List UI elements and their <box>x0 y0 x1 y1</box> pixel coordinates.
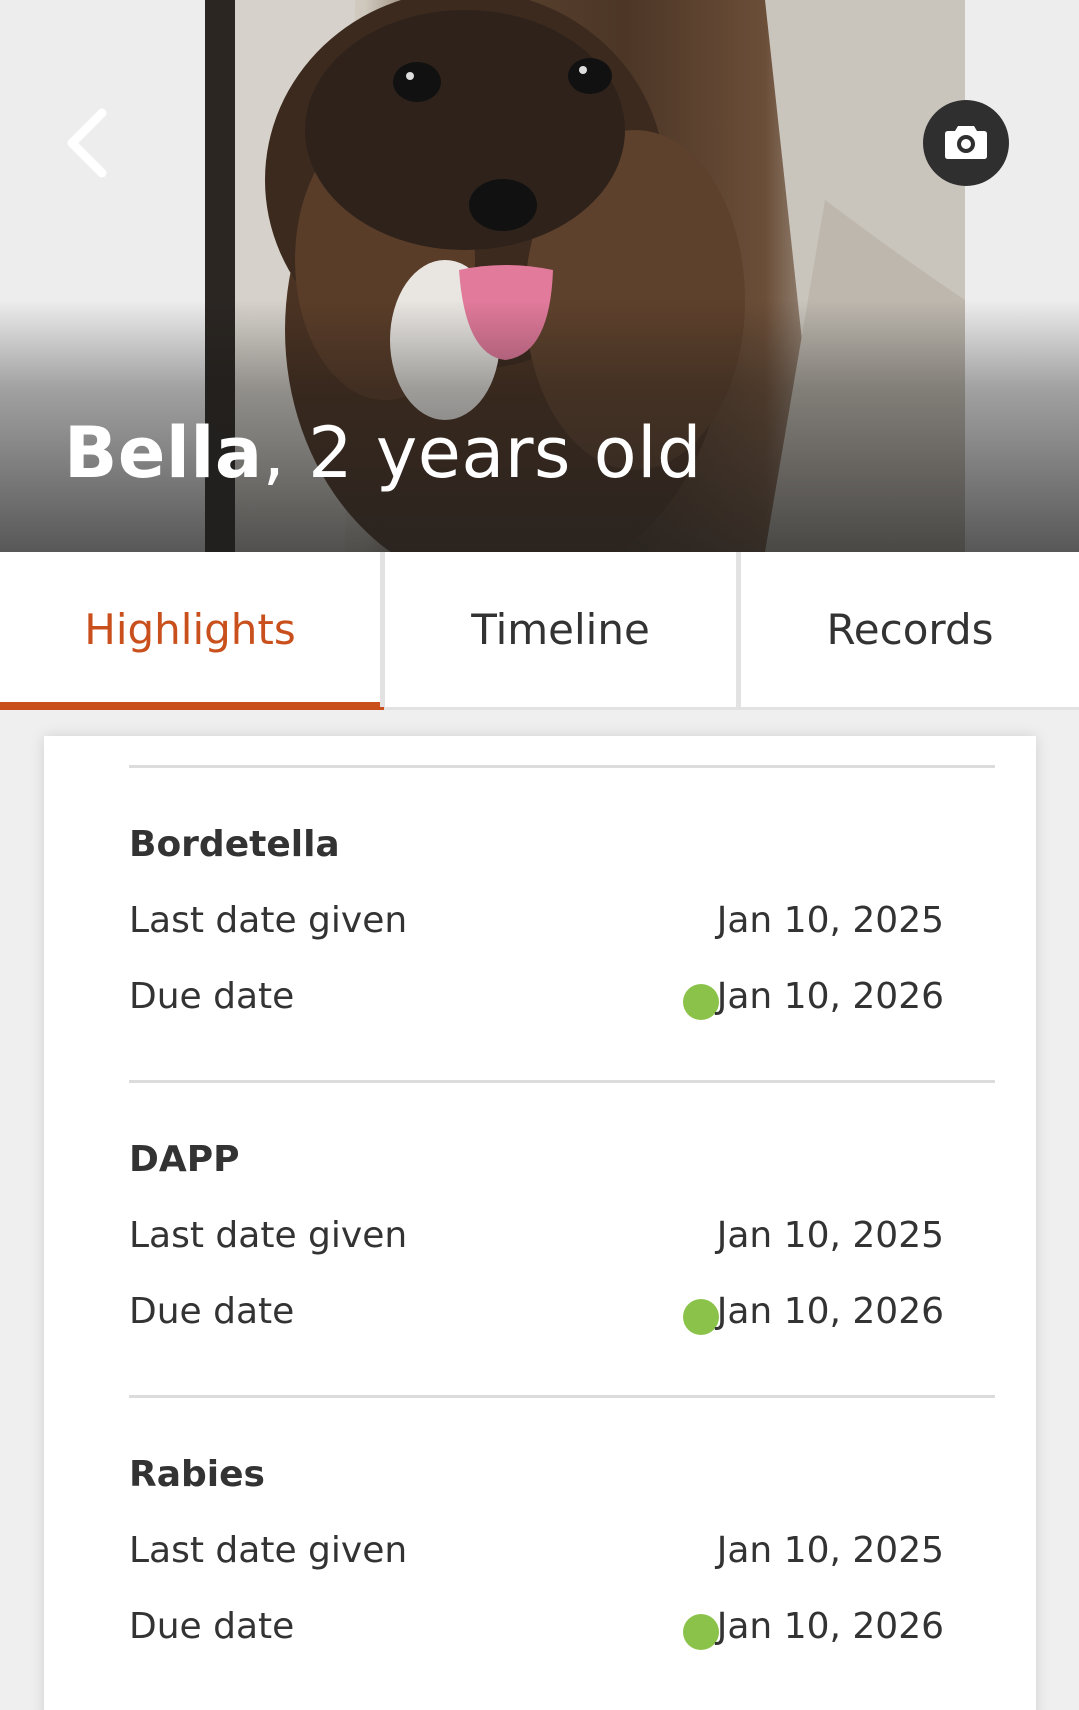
last-date-label: Last date given <box>129 1530 408 1571</box>
last-date-value: Jan 10, 2025 <box>716 1215 944 1256</box>
pet-header: Bella, 2 years old <box>0 0 1079 552</box>
due-date-label: Due date <box>129 1606 295 1647</box>
due-date-value: Jan 10, 2026 <box>716 1606 944 1647</box>
due-date-value: Jan 10, 2026 <box>716 976 944 1017</box>
tab-bar: Highlights Timeline Records <box>0 552 1079 710</box>
vaccination-card: Bordetella Last date given Jan 10, 2025 … <box>44 736 1036 1710</box>
vaccine-name: DAPP <box>129 1139 240 1180</box>
divider <box>129 1080 995 1083</box>
tab-records[interactable]: Records <box>736 552 1079 707</box>
due-date-label: Due date <box>129 976 295 1017</box>
pet-name: Bella <box>64 412 263 494</box>
status-dot <box>683 984 719 1020</box>
tab-highlights[interactable]: Highlights <box>0 552 384 710</box>
tab-timeline[interactable]: Timeline <box>380 552 736 707</box>
status-dot <box>683 1299 719 1335</box>
pet-title: Bella, 2 years old <box>64 412 702 494</box>
camera-icon <box>944 122 988 164</box>
back-button[interactable] <box>60 105 120 179</box>
vaccine-name: Rabies <box>129 1454 265 1495</box>
change-photo-button[interactable] <box>923 100 1009 186</box>
status-dot <box>683 1614 719 1650</box>
due-date-value: Jan 10, 2026 <box>716 1291 944 1332</box>
divider <box>129 1395 995 1398</box>
pet-age: , 2 years old <box>262 412 702 494</box>
vaccine-name: Bordetella <box>129 824 340 865</box>
chevron-left-icon <box>60 108 120 183</box>
due-date-label: Due date <box>129 1291 295 1332</box>
divider <box>129 765 995 768</box>
last-date-label: Last date given <box>129 900 408 941</box>
last-date-value: Jan 10, 2025 <box>716 900 944 941</box>
last-date-value: Jan 10, 2025 <box>716 1530 944 1571</box>
last-date-label: Last date given <box>129 1215 408 1256</box>
